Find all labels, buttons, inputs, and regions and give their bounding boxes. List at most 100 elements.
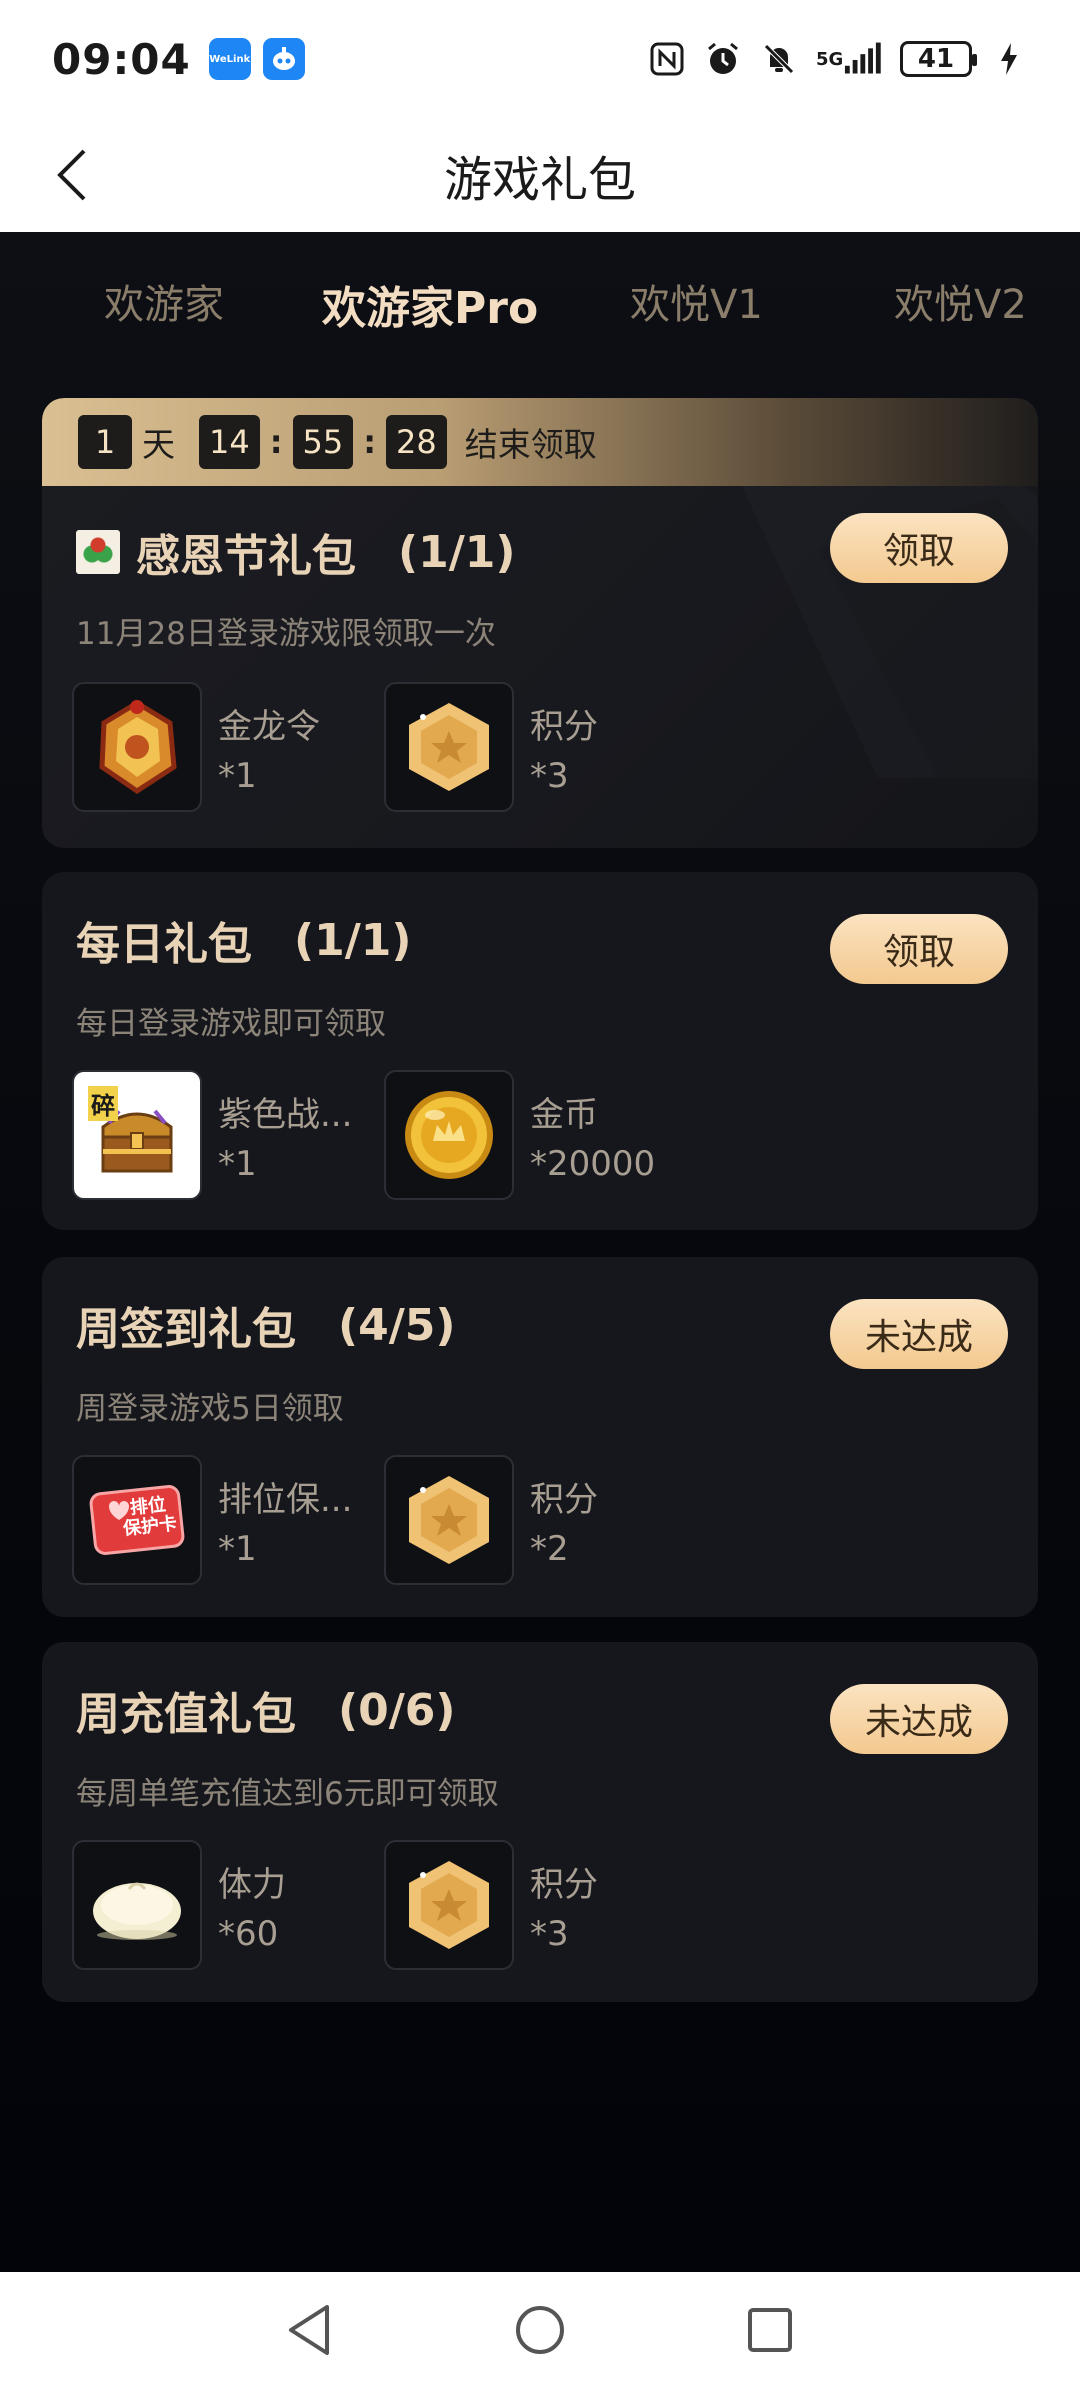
reward-list: 排位 保护卡 排位保... *1 积分 *2 [72, 1455, 696, 1585]
tab-huanyoujia-pro[interactable]: 欢游家Pro [322, 272, 538, 336]
card-progress: (4/5) [338, 1299, 456, 1351]
reward-name: 积分 [530, 1479, 598, 1520]
reward-quantity: *1 [218, 755, 257, 796]
reward-quantity: *1 [218, 1528, 257, 1569]
reward-list: 碎 紫色战... *1 金币 *20000 [72, 1070, 696, 1200]
countdown-minutes: 55 [292, 415, 354, 469]
not-achieved-button[interactable]: 未达成 [830, 1299, 1008, 1369]
reward-item: 积分 *3 [384, 1840, 696, 1970]
nav-recents-button[interactable] [740, 2300, 800, 2360]
reward-icon-box: 排位 保护卡 [72, 1455, 202, 1585]
reward-quantity: *2 [530, 1528, 569, 1569]
signal-5g-icon: 5G [816, 40, 882, 78]
card-progress: (0/6) [338, 1684, 456, 1736]
card-title: 每日礼包 [76, 919, 252, 970]
reward-icon-box: 碎 [72, 1070, 202, 1200]
nav-back-button[interactable] [280, 2300, 340, 2360]
not-achieved-button[interactable]: 未达成 [830, 1684, 1008, 1754]
reward-icon-box [384, 682, 514, 812]
card-description: 每日登录游戏即可领取 [76, 1006, 386, 1042]
nav-home-button[interactable] [510, 2300, 570, 2360]
status-right: 5G 41 [648, 40, 1028, 78]
alarm-icon [704, 40, 742, 78]
triangle-back-icon [289, 2305, 329, 2355]
countdown-separator: : [269, 423, 283, 461]
back-button[interactable] [42, 140, 102, 210]
reward-item: 排位 保护卡 排位保... *1 [72, 1455, 384, 1585]
card-description: 周登录游戏5日领取 [76, 1391, 344, 1427]
card-title: 周充值礼包 [76, 1689, 296, 1740]
reward-item: 体力 *60 [72, 1840, 384, 1970]
countdown-seconds: 28 [386, 415, 447, 469]
card-description: 11月28日登录游戏限领取一次 [76, 616, 496, 652]
reward-icon-box [72, 682, 202, 812]
card-decoration [738, 438, 1038, 778]
reward-quantity: *20000 [530, 1143, 656, 1184]
reward-name: 金龙令 [218, 706, 320, 747]
fragment-badge: 碎 [88, 1086, 118, 1121]
points-hexagon-icon [409, 1476, 489, 1564]
header: 游戏礼包 [0, 118, 1080, 232]
countdown-days-label: 天 [142, 425, 175, 464]
card-header: 周签到礼包 (4/5) [76, 1293, 456, 1357]
thanksgiving-flower-icon [76, 530, 120, 574]
gold-coin-icon [405, 1091, 493, 1179]
reward-text: 积分 *2 [530, 1472, 598, 1569]
page-title: 游戏礼包 [443, 152, 636, 208]
card-progress: (1/1) [398, 526, 516, 578]
circle-home-icon [516, 2306, 564, 2354]
reward-text: 紫色战... *1 [218, 1087, 352, 1184]
robot-app-icon [262, 38, 305, 80]
card-title: 周签到礼包 [76, 1304, 296, 1355]
reward-text: 金龙令 *1 [218, 699, 320, 796]
reward-icon-box [384, 1840, 514, 1970]
reward-text: 体力 *60 [218, 1857, 286, 1954]
card-header: 周充值礼包 (0/6) [76, 1678, 456, 1742]
reward-text: 积分 *3 [530, 699, 598, 796]
countdown-hours: 14 [199, 415, 260, 469]
countdown-bar: 1 天 14 : 55 : 28 结束领取 [42, 398, 1038, 486]
countdown-days: 1 [78, 415, 132, 469]
status-app-icons: WeLink [208, 38, 305, 80]
battery-indicator: 41 [900, 41, 977, 77]
reward-name: 积分 [530, 706, 598, 747]
tier-tabs: 欢游家 欢游家Pro 欢悦V1 欢悦V2 [0, 272, 1080, 352]
main-content: 欢游家 欢游家Pro 欢悦V1 欢悦V2 1 天 14 : 55 : 28 结束… [0, 232, 1080, 2272]
countdown-separator: : [363, 423, 377, 461]
reward-name: 体力 [218, 1864, 286, 1905]
tab-huanyue-v1[interactable]: 欢悦V1 [630, 272, 763, 330]
card-title: 感恩节礼包 [136, 531, 356, 582]
reward-quantity: *3 [530, 755, 569, 796]
golden-token-icon [99, 700, 177, 795]
claim-button[interactable]: 领取 [830, 914, 1008, 984]
gift-card-weekly-recharge: 周充值礼包 (0/6) 未达成 每周单笔充值达到6元即可领取 体力 *60 积分… [42, 1642, 1038, 2002]
reward-icon-box [384, 1455, 514, 1585]
tab-huanyue-v2[interactable]: 欢悦V2 [894, 272, 1027, 330]
reward-text: 排位保... *1 [218, 1472, 352, 1569]
card-header: 每日礼包 (1/1) [76, 908, 412, 972]
reward-item: 碎 紫色战... *1 [72, 1070, 384, 1200]
reward-quantity: *1 [218, 1143, 257, 1184]
reward-name: 紫色战... [218, 1094, 353, 1135]
mute-bell-icon [760, 40, 798, 78]
reward-item: 金龙令 *1 [72, 682, 384, 812]
gift-card-thanksgiving: 1 天 14 : 55 : 28 结束领取 感恩节礼包 (1/1) 领取 11月… [42, 398, 1038, 848]
card-description: 每周单笔充值达到6元即可领取 [76, 1776, 499, 1812]
points-hexagon-icon [409, 1861, 489, 1949]
claim-button[interactable]: 领取 [830, 513, 1008, 583]
tab-huanyoujia[interactable]: 欢游家 [104, 272, 224, 330]
countdown-label: 结束领取 [464, 425, 597, 464]
reward-quantity: *60 [218, 1913, 279, 1954]
reward-icon-box [72, 1840, 202, 1970]
card-progress: (1/1) [294, 914, 412, 966]
reward-text: 积分 *3 [530, 1857, 598, 1954]
back-arrow-icon [57, 149, 86, 201]
reward-item: 积分 *3 [384, 682, 696, 812]
gift-card-daily: 每日礼包 (1/1) 领取 每日登录游戏即可领取 碎 紫色战... *1 金币 … [42, 872, 1038, 1230]
status-bar: 09:04 WeLink 5G 41 [0, 0, 1080, 118]
charging-icon [990, 40, 1028, 78]
rank-card-text: 排位 保护卡 [120, 1494, 178, 1539]
system-nav-bar [0, 2272, 1080, 2388]
reward-list: 体力 *60 积分 *3 [72, 1840, 696, 1970]
status-time: 09:04 [52, 34, 191, 84]
